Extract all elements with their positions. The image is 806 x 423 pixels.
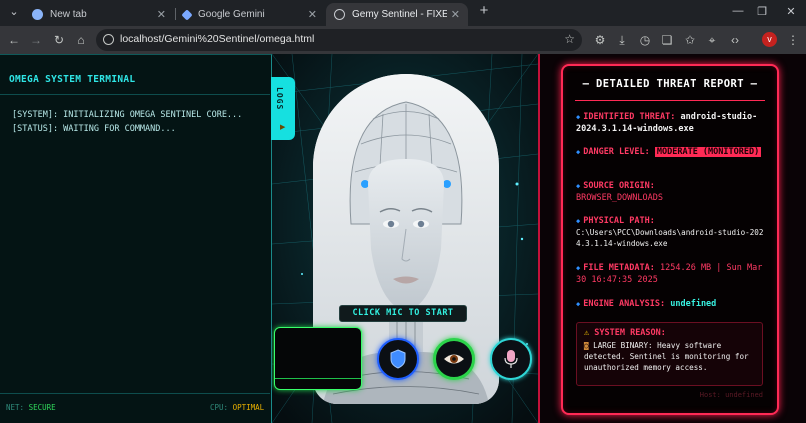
identified-threat-field: ◆ IDENTIFIED THREAT: android-studio-2024.… [576, 111, 768, 135]
system-reason-text: ◙ LARGE BINARY: Heavy software detected.… [584, 340, 760, 373]
source-origin-field: ◆ SOURCE ORIGIN: BROWSER_DOWNLOADS [576, 180, 768, 204]
system-reason-label: SYSTEM REASON: [594, 328, 666, 338]
location-pin-icon[interactable]: ⌖ [704, 32, 720, 48]
hero-panel: CLICK MIC TO START [272, 54, 538, 423]
host-label: Host: undefined [699, 391, 763, 399]
mic-hint-label: CLICK MIC TO START [339, 305, 467, 322]
reload-icon[interactable]: ↻ [51, 32, 67, 48]
system-reason-box: ⚠ SYSTEM REASON: ◙ LARGE BINARY: Heavy s… [576, 322, 763, 386]
preview-scanline [275, 378, 361, 379]
file-metadata-field: ◆ FILE METADATA: 1254.26 MB | Sun Mar 30 … [576, 262, 768, 286]
terminal-footer: NET: SECURE CPU: OPTIMAL [0, 393, 270, 423]
system-reason-body: LARGE BINARY: Heavy software detected. S… [584, 341, 749, 372]
globe-icon [334, 9, 345, 20]
field-label: PHYSICAL PATH: [583, 216, 655, 226]
report-title: — DETAILED THREAT REPORT — [582, 78, 758, 90]
system-reason-heading: ⚠ SYSTEM REASON: [584, 328, 666, 338]
field-label: IDENTIFIED THREAT: [583, 112, 676, 122]
close-icon[interactable]: ✕ [308, 8, 317, 21]
terminal-line: [SYSTEM]: INITIALIZING OMEGA SENTINEL CO… [12, 110, 243, 120]
physical-path-field: ◆ PHYSICAL PATH: C:\Users\PCC\Downloads\a… [576, 215, 768, 249]
tab-title: Gemy Sentinel - FIXED VERSION [352, 9, 447, 20]
field-value: undefined [670, 299, 717, 309]
diamond-icon: ◆ [576, 300, 581, 308]
microphone-button[interactable] [490, 338, 532, 380]
minimize-icon[interactable]: — [730, 5, 746, 17]
back-icon[interactable]: ← [6, 32, 22, 48]
net-value: SECURE [28, 403, 56, 412]
terminal-title: OMEGA SYSTEM TERMINAL [9, 74, 136, 85]
browser-tab-bar: ⌄ New tab ✕ Google Gemini ✕ Gemy Sentine… [0, 0, 806, 26]
tab-title: Google Gemini [198, 9, 265, 20]
danger-level-field: ◆ DANGER LEVEL: MODERATE (MONITORED) [576, 146, 768, 158]
net-label: NET: [6, 403, 25, 412]
avatar[interactable]: v [762, 32, 777, 47]
field-value: C:\Users\PCC\Downloads\android-studio-20… [576, 228, 764, 248]
site-info-icon[interactable] [103, 34, 114, 45]
package-icon: ◙ [584, 341, 589, 350]
bookmark-star-icon[interactable]: ☆ [564, 32, 575, 46]
report-divider [575, 100, 765, 101]
diamond-icon: ◆ [576, 148, 581, 156]
diamond-icon: ◆ [576, 113, 581, 121]
address-bar[interactable]: localhost/Gemini%20Sentinel/omega.html ☆ [96, 29, 582, 51]
danger-badge: MODERATE (MONITORED) [654, 147, 762, 157]
logs-tab-label: LOGS [275, 87, 284, 111]
tab-search-icon[interactable]: ⌄ [6, 5, 22, 18]
field-label: FILE METADATA: [583, 263, 655, 273]
tab-title: New tab [50, 9, 87, 20]
warning-icon: ⚠ [584, 328, 590, 338]
camera-preview [274, 327, 362, 390]
terminal-panel: OMEGA SYSTEM TERMINAL [SYSTEM]: INITIALI… [0, 54, 272, 423]
window-close-icon[interactable]: ✕ [783, 5, 799, 18]
close-icon[interactable]: ✕ [157, 8, 166, 21]
chrome-icon [32, 9, 43, 20]
threat-report-panel: — DETAILED THREAT REPORT — ◆ IDENTIFIED T… [561, 64, 779, 415]
eye-icon [444, 354, 464, 364]
microphone-icon [504, 350, 518, 368]
history-icon[interactable]: ◷ [637, 32, 653, 48]
engine-analysis-field: ◆ ENGINE ANALYSIS: undefined [576, 298, 768, 310]
star-list-icon[interactable]: ✩ [682, 32, 698, 48]
copy-icon[interactable]: ❏ [659, 32, 675, 48]
shield-icon [390, 349, 406, 369]
terminal-line: [STATUS]: WAITING FOR COMMAND... [12, 124, 176, 134]
logs-toggle-tab[interactable]: LOGS ▶ [271, 77, 295, 140]
restore-icon[interactable]: ❐ [754, 5, 770, 18]
menu-icon[interactable]: ⋮ [785, 32, 801, 48]
field-label: ENGINE ANALYSIS: [583, 299, 666, 309]
gemini-icon [181, 8, 193, 21]
close-icon[interactable]: ✕ [451, 8, 460, 21]
tab-gemy-sentinel[interactable]: Gemy Sentinel - FIXED VERSION ✕ [326, 3, 468, 26]
cpu-status: CPU: OPTIMAL [210, 403, 264, 412]
diamond-icon: ◆ [576, 217, 581, 225]
tab-google-gemini[interactable]: Google Gemini ✕ [175, 3, 325, 26]
download-icon[interactable]: ⤓ [614, 32, 630, 48]
url-text[interactable]: localhost/Gemini%20Sentinel/omega.html [120, 33, 314, 45]
shield-button[interactable] [377, 338, 419, 380]
browser-toolbar: ← → ↻ ⌂ localhost/Gemini%20Sentinel/omeg… [0, 26, 806, 54]
extension-icon[interactable]: ⚙ [592, 32, 608, 48]
devtools-icon[interactable]: ‹› [727, 32, 743, 48]
field-label: DANGER LEVEL: [583, 147, 650, 157]
new-tab-button[interactable]: + [476, 2, 492, 19]
page-content: OMEGA SYSTEM TERMINAL [SYSTEM]: INITIALI… [0, 54, 806, 423]
forward-icon[interactable]: → [28, 32, 44, 48]
chevron-icon: ▶ [280, 124, 286, 131]
cpu-label: CPU: [210, 403, 229, 412]
tab-new-tab[interactable]: New tab ✕ [24, 3, 174, 26]
field-value: BROWSER_DOWNLOADS [576, 193, 663, 203]
diamond-icon: ◆ [576, 264, 581, 272]
net-status: NET: SECURE [6, 403, 56, 412]
diamond-icon: ◆ [576, 182, 581, 190]
terminal-divider [0, 94, 270, 95]
home-icon[interactable]: ⌂ [73, 32, 89, 48]
cpu-value: OPTIMAL [232, 403, 265, 412]
field-label: SOURCE ORIGIN: [583, 181, 655, 191]
eye-button[interactable] [433, 338, 475, 380]
